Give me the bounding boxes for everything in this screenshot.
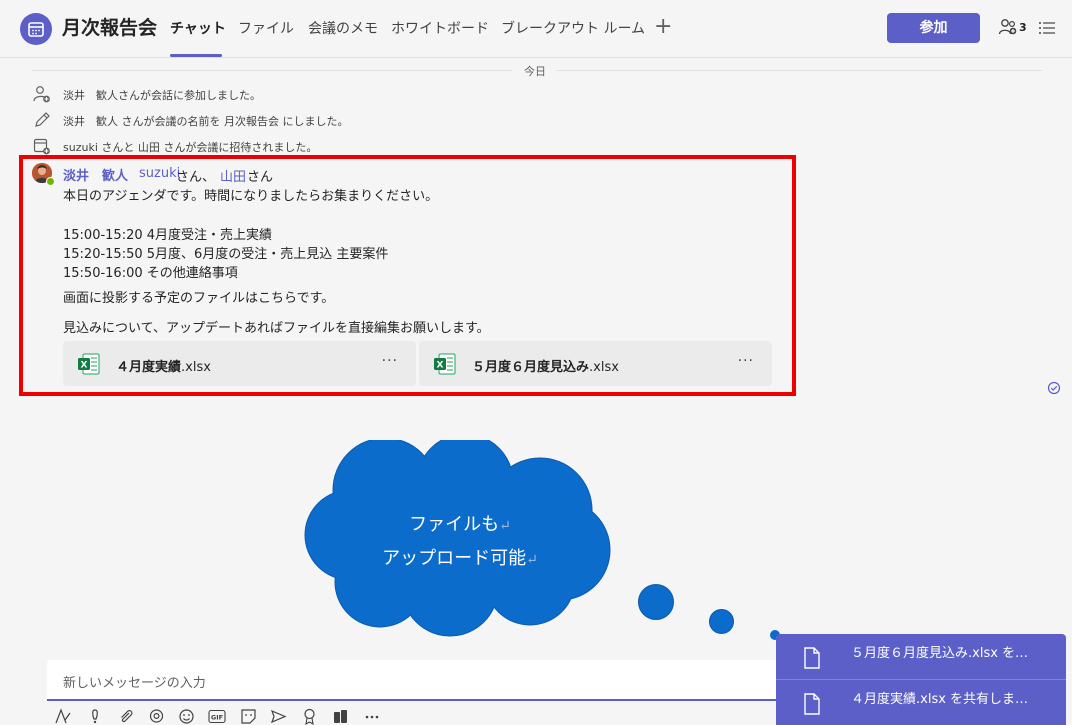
attach-icon[interactable] (118, 708, 134, 725)
file-name: ５月度６月度見込み.xlsx (472, 360, 619, 375)
meeting-header: 月次報告会 チャット ファイル 会議のメモ ホワイトボード ブレークアウト ルー… (0, 0, 1072, 58)
gif-icon[interactable]: GIF (208, 708, 226, 725)
more-options-button[interactable]: ··· (738, 353, 754, 369)
calendar-add-icon (33, 138, 50, 155)
format-icon[interactable] (54, 708, 72, 725)
excel-file-icon: X (78, 353, 100, 375)
presence-available-icon (46, 177, 55, 186)
message-body-line: 15:00-15:20 4月度受注・売上実績 (63, 228, 273, 243)
callout-bubble (638, 584, 674, 620)
tab-chat[interactable]: チャット (170, 18, 226, 38)
mention-suffix: さん (247, 170, 274, 185)
mention-suzuki[interactable]: suzuki (139, 166, 180, 181)
upload-notification[interactable]: ５月度６月度見込み.xlsx を… (776, 634, 1066, 679)
important-icon[interactable] (88, 708, 102, 725)
join-button[interactable]: 参加 (887, 13, 980, 43)
notification-text: ４月度実績.xlsx を共有しま… (851, 692, 1029, 707)
calendar-icon (20, 13, 52, 45)
emoji-icon[interactable] (178, 708, 195, 725)
approvals-icon[interactable] (332, 708, 349, 725)
message-body-line: 15:20-15:50 5月度、6月度の受注・売上見込 主要案件 (63, 247, 389, 262)
compose-box[interactable]: 新しいメッセージの入力 (47, 660, 782, 701)
active-tab-indicator (170, 54, 222, 57)
document-icon (804, 647, 820, 669)
schedule-meeting-icon[interactable] (270, 708, 287, 725)
system-message-text: 淡井 歓人さんが会話に参加しました。 (63, 89, 261, 102)
message-body-line: 画面に投影する予定のファイルはこちらです。 (63, 291, 335, 306)
meeting-title: 月次報告会 (62, 17, 158, 39)
date-divider (32, 70, 512, 71)
more-options-icon[interactable] (364, 708, 380, 725)
system-message-text: suzuki さんと 山田 さんが会議に招待されました。 (63, 141, 318, 154)
callout-cloud: ファイルも↵ アップロード可能↵ (300, 440, 620, 640)
tab-breakout-rooms[interactable]: ブレークアウト ルーム (501, 18, 645, 38)
file-name: ４月度実績.xlsx (116, 360, 211, 375)
add-tab-button[interactable]: + (654, 14, 672, 39)
mention-suffix: さん、 (176, 170, 216, 185)
excel-file-icon: X (434, 353, 456, 375)
loop-icon[interactable] (148, 708, 165, 725)
compose-placeholder: 新しいメッセージの入力 (63, 676, 206, 691)
message-author[interactable]: 淡井 歓人 (63, 165, 128, 184)
tab-meeting-notes[interactable]: 会議のメモ (308, 18, 378, 38)
system-message-text: 淡井 歓人 さんが会議の名前を 月次報告会 にしました。 (63, 115, 349, 128)
callout-bubble (709, 609, 734, 634)
message-body-line: 見込みについて、アップデートあればファイルを直接編集お願いします。 (63, 321, 490, 336)
read-receipt-icon (1047, 380, 1061, 399)
svg-text:GIF: GIF (211, 714, 223, 722)
pencil-icon (35, 112, 50, 127)
tab-whiteboard[interactable]: ホワイトボード (391, 18, 489, 38)
message-body-line: 15:50-16:00 その他連絡事項 (63, 266, 238, 281)
participants-icon[interactable] (998, 18, 1018, 40)
upload-notification[interactable]: ４月度実績.xlsx を共有しま… (776, 680, 1066, 725)
callout-text-line1: ファイルも↵ (409, 514, 511, 535)
praise-icon[interactable] (302, 708, 317, 725)
person-add-icon (33, 86, 50, 103)
sticker-icon[interactable] (240, 708, 257, 725)
callout-text-line2: アップロード可能↵ (382, 548, 538, 569)
svg-text:X: X (81, 361, 88, 371)
mention-yamada[interactable]: 山田 (220, 166, 246, 185)
file-attachment-card[interactable]: X ４月度実績.xlsx ··· (63, 341, 416, 386)
document-icon (804, 693, 820, 715)
participant-count: 3 (1019, 21, 1027, 34)
file-attachment-card[interactable]: X ５月度６月度見込み.xlsx ··· (419, 341, 772, 386)
notification-text: ５月度６月度見込み.xlsx を… (851, 646, 1029, 661)
message-body-line: 本日のアジェンダです。時間になりましたらお集まりください。 (63, 189, 439, 204)
more-options-button[interactable]: ··· (382, 353, 398, 369)
date-label: 今日 (518, 63, 552, 79)
upload-notification-panel: ５月度６月度見込み.xlsx を… ４月度実績.xlsx を共有しま… (776, 634, 1066, 725)
svg-text:X: X (437, 361, 444, 371)
tab-files[interactable]: ファイル (238, 18, 294, 38)
list-icon[interactable] (1038, 20, 1056, 40)
date-divider (556, 70, 1042, 71)
